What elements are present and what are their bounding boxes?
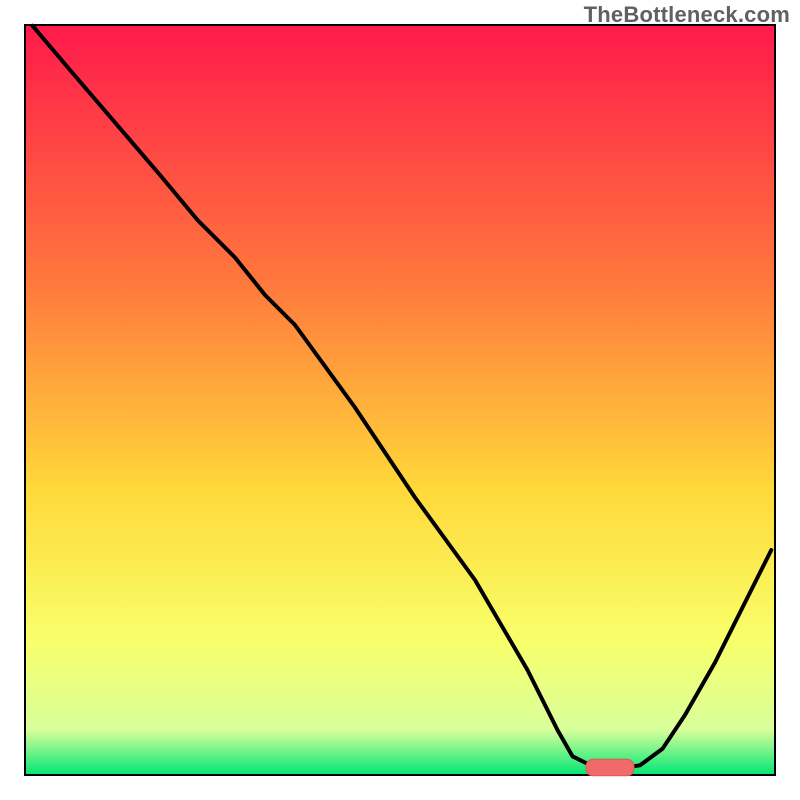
watermark-text: TheBottleneck.com xyxy=(584,2,790,28)
plot-background xyxy=(25,25,775,775)
optimal-marker xyxy=(586,759,634,776)
chart-root: { "watermark": "TheBottleneck.com", "col… xyxy=(0,0,800,800)
bottleneck-chart xyxy=(0,0,800,800)
